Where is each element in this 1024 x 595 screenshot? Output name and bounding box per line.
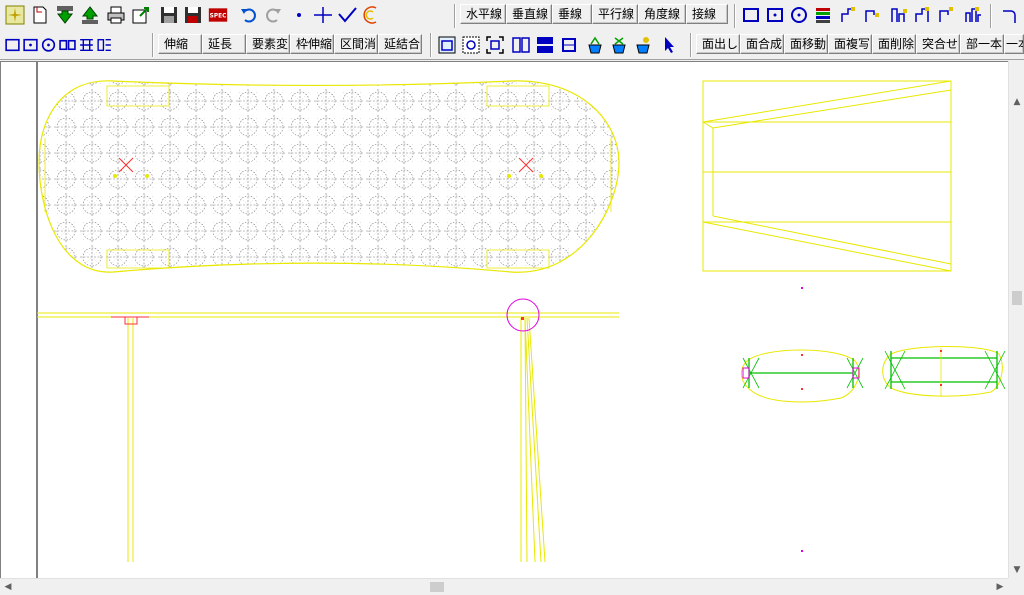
toolbar-separator: [152, 33, 154, 57]
arc-icon[interactable]: [360, 4, 382, 26]
paint-a-icon[interactable]: [584, 34, 606, 56]
drawing-canvas[interactable]: [0, 61, 1008, 578]
corner-icon[interactable]: [998, 4, 1020, 26]
pointer-icon[interactable]: [658, 34, 680, 56]
toolbar-separator: [734, 4, 736, 28]
double-square-icon[interactable]: [59, 34, 76, 56]
window-icon[interactable]: [436, 34, 458, 56]
ref-point-bottom: [801, 550, 803, 552]
scroll-up-icon[interactable]: ▲: [1009, 94, 1024, 110]
split-horizontal-icon[interactable]: [534, 34, 556, 56]
table-top-plan: [38, 80, 620, 273]
ref-point: [801, 287, 803, 289]
spec-label: SPEC: [210, 14, 227, 20]
face-delete-button[interactable]: 面削除: [872, 34, 916, 54]
toolbar-separator: [430, 33, 432, 57]
rectangle-icon[interactable]: [740, 4, 762, 26]
shape-f-icon[interactable]: [962, 4, 984, 26]
face-merge-button[interactable]: 面合成: [740, 34, 784, 54]
circle-small-icon[interactable]: [40, 34, 57, 56]
save-green-arrow-icon[interactable]: [79, 4, 101, 26]
extend-join-button[interactable]: 延結合: [378, 34, 422, 54]
butt-join-button[interactable]: 突合せ: [916, 34, 960, 54]
main-toolbar: SPEC 水平線 垂直線 垂線 平行線 角度線 接線: [0, 0, 1024, 31]
perpendicular-button[interactable]: 垂線: [552, 4, 592, 24]
layers-icon[interactable]: [812, 4, 834, 26]
horizontal-line-button[interactable]: 水平線: [460, 4, 506, 24]
scrollbar-corner: [1008, 578, 1024, 595]
redo-icon[interactable]: [262, 4, 284, 26]
single-button[interactable]: 一本: [1004, 34, 1024, 54]
edit-toolbar: 伸縮 延長 要素変 枠伸縮 区間消 延結合 面出し 面合成 面移動 面複写 面削…: [0, 31, 1024, 60]
point-icon[interactable]: [288, 4, 310, 26]
side-view: [702, 80, 952, 272]
scroll-down-icon[interactable]: ▼: [1009, 562, 1024, 578]
cad-drawing: [36, 62, 1006, 578]
extend-button[interactable]: 延長: [202, 34, 246, 54]
spec-icon[interactable]: SPEC: [206, 4, 230, 26]
vertical-scrollbar[interactable]: ▲ ▼: [1008, 61, 1024, 578]
square-icon[interactable]: [4, 34, 21, 56]
selection-circle: [506, 298, 540, 332]
section-erase-button[interactable]: 区間消: [334, 34, 378, 54]
grid-b-icon[interactable]: [96, 34, 113, 56]
scroll-left-icon[interactable]: ◀: [0, 579, 16, 595]
rectangle-dot-icon[interactable]: [764, 4, 786, 26]
print-icon[interactable]: [105, 4, 127, 26]
stretch-button[interactable]: 伸縮: [158, 34, 202, 54]
detail-views: [740, 346, 1006, 403]
face-copy-button[interactable]: 面複写: [828, 34, 872, 54]
scroll-right-icon[interactable]: ▶: [992, 579, 1008, 595]
check-line-icon[interactable]: [336, 4, 358, 26]
paint-c-icon[interactable]: [632, 34, 654, 56]
angle-line-button[interactable]: 角度線: [638, 4, 686, 24]
save-as-disk-icon[interactable]: [182, 4, 204, 26]
shape-a-icon[interactable]: [838, 4, 860, 26]
paint-b-icon[interactable]: [608, 34, 630, 56]
undo-icon[interactable]: [238, 4, 260, 26]
face-move-button[interactable]: 面移動: [784, 34, 828, 54]
split-vertical-icon[interactable]: [510, 34, 532, 56]
vertical-line-button[interactable]: 垂直線: [506, 4, 552, 24]
toolbar-separator: [690, 33, 692, 57]
grid-icon[interactable]: [78, 34, 95, 56]
face-out-button[interactable]: 面出し: [696, 34, 740, 54]
vertical-scroll-thumb[interactable]: [1012, 291, 1022, 305]
selection-point: [521, 317, 524, 320]
part-single-button[interactable]: 部一本: [960, 34, 1004, 54]
shape-d-icon[interactable]: [912, 4, 934, 26]
frame-stretch-button[interactable]: 枠伸縮: [290, 34, 334, 54]
new-document-icon[interactable]: [29, 4, 51, 26]
front-elevation: [37, 312, 619, 563]
cross-line-icon[interactable]: [312, 4, 334, 26]
bracket-marker: [111, 316, 149, 325]
zoom-fit-icon[interactable]: [484, 34, 506, 56]
element-change-button[interactable]: 要素変: [246, 34, 290, 54]
new-sparkle-icon[interactable]: [4, 4, 26, 26]
shape-e-icon[interactable]: [936, 4, 958, 26]
zoom-all-icon[interactable]: [460, 34, 482, 56]
box-icon[interactable]: [558, 34, 580, 56]
tangent-line-button[interactable]: 接線: [686, 4, 728, 24]
square-dot-icon[interactable]: [22, 34, 39, 56]
shape-c-icon[interactable]: [888, 4, 910, 26]
horizontal-scrollbar[interactable]: ◀ ▶: [0, 578, 1008, 595]
shape-b-icon[interactable]: [862, 4, 884, 26]
export-icon[interactable]: [130, 4, 152, 26]
horizontal-scroll-thumb[interactable]: [430, 582, 444, 592]
circle-icon[interactable]: [788, 4, 810, 26]
toolbar-separator: [990, 4, 992, 28]
parallel-line-button[interactable]: 平行線: [592, 4, 638, 24]
save-disk-icon[interactable]: [158, 4, 180, 26]
toolbar-separator: [454, 4, 456, 28]
open-green-arrow-icon[interactable]: [54, 4, 76, 26]
